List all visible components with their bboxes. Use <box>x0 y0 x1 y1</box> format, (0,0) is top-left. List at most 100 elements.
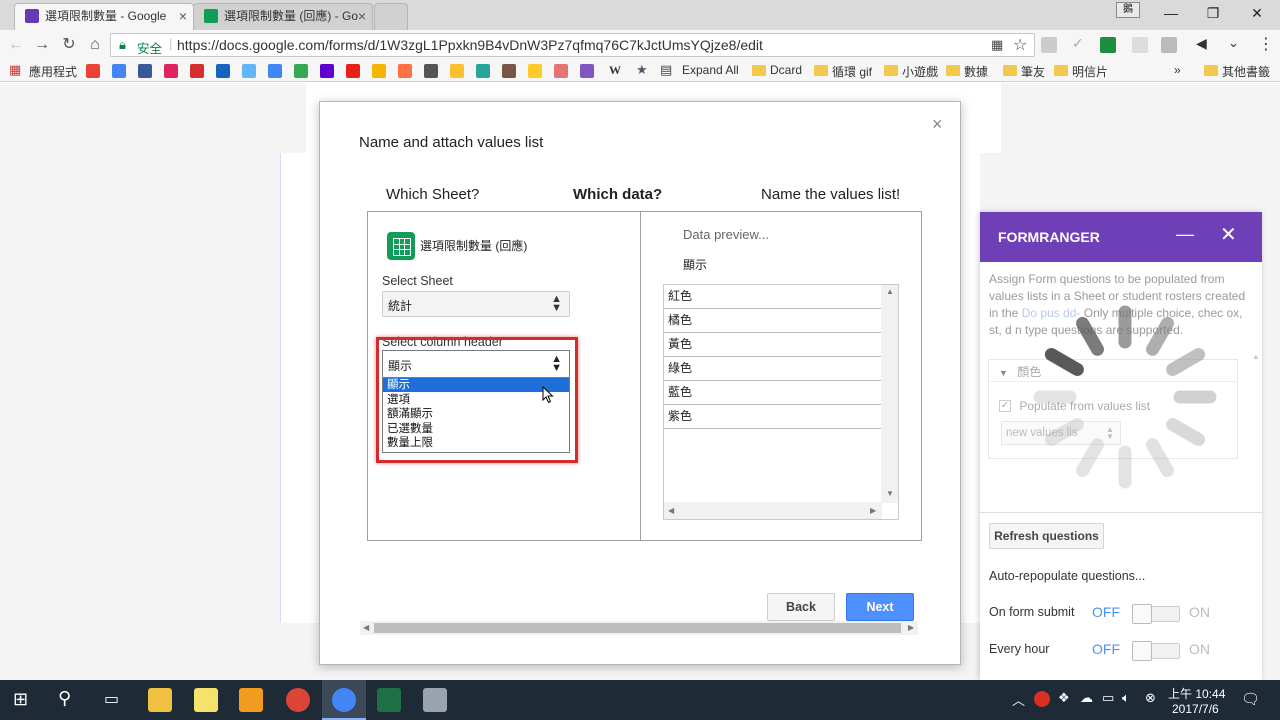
bookmark-apps[interactable]: 應用程式 <box>29 63 77 80</box>
check-icon[interactable]: ✓ <box>1072 35 1084 52</box>
url-text[interactable]: https://docs.google.com/forms/d/1W3zgL1P… <box>177 37 763 53</box>
bookmark-icon[interactable] <box>424 64 438 78</box>
refresh-questions-button[interactable]: Refresh questions <box>989 523 1104 549</box>
dialog-horizontal-scrollbar[interactable]: ◀ ▶ <box>360 621 918 635</box>
excel-icon[interactable] <box>377 688 401 712</box>
chevron-down-icon[interactable]: ⌄ <box>1228 35 1239 51</box>
select-column-dropdown[interactable]: 顯示 ▲ ▼ <box>382 350 570 378</box>
select-sheet-dropdown[interactable]: 統計 ▲ ▼ <box>382 291 570 317</box>
bookmark-icon[interactable] <box>476 64 490 78</box>
bookmark-other[interactable]: 其他書籤 <box>1222 63 1270 80</box>
qr-code-icon[interactable]: ▦ <box>991 37 1003 53</box>
youtube-icon[interactable] <box>346 64 360 78</box>
horizontal-scrollbar[interactable]: ◀ ▶ <box>664 502 882 519</box>
toggle-knob[interactable] <box>1132 641 1152 661</box>
star-icon[interactable]: ☆ <box>1013 35 1027 55</box>
windows-start-icon[interactable]: ⊞ <box>13 689 28 710</box>
scroll-left-icon[interactable]: ◀ <box>363 623 369 632</box>
address-bar[interactable]: 🔒︎ 安全 | https://docs.google.com/forms/d/… <box>110 33 1035 57</box>
vertical-scrollbar[interactable]: ▲ ▼ <box>881 285 898 503</box>
bookmark-icon[interactable] <box>580 64 594 78</box>
scroll-right-icon[interactable]: ▶ <box>908 623 914 632</box>
sticky-notes-icon[interactable] <box>194 688 218 712</box>
back-button[interactable]: Back <box>767 593 835 621</box>
chrome-icon[interactable] <box>332 688 356 712</box>
tray-app-icon[interactable]: ❖ <box>1058 690 1070 706</box>
bookmark-expand-all[interactable]: Expand All <box>682 63 739 77</box>
task-view-icon[interactable]: ▭ <box>104 689 119 709</box>
minimize-icon[interactable]: — <box>1176 224 1194 245</box>
maps-icon[interactable] <box>294 64 308 78</box>
apps-icon[interactable]: ▦ <box>9 62 21 78</box>
scroll-left-icon[interactable]: ◀ <box>668 506 674 515</box>
network-icon[interactable]: ▭ <box>1102 690 1114 706</box>
toggle-knob[interactable] <box>1132 604 1152 624</box>
bookmark-friends[interactable]: 筆友 <box>1021 63 1045 80</box>
minimize-icon[interactable]: — <box>1148 0 1194 28</box>
star-icon[interactable]: ★ <box>636 62 648 78</box>
bookmarks-more[interactable]: » <box>1174 63 1181 77</box>
bookmark-icon[interactable] <box>554 64 568 78</box>
bookmark-icon[interactable] <box>398 64 412 78</box>
close-icon[interactable]: × <box>932 114 943 135</box>
volume-icon[interactable]: 🔈︎ <box>1122 690 1130 706</box>
scroll-up-icon[interactable]: ▲ <box>886 287 894 296</box>
close-circle-icon[interactable]: ⊗ <box>1145 690 1156 706</box>
bookmark-icon[interactable] <box>164 64 178 78</box>
column-option[interactable]: 已選數量 <box>383 422 569 436</box>
bookmark-icon[interactable] <box>528 64 542 78</box>
extension-icon[interactable] <box>1100 37 1116 53</box>
translate-icon[interactable] <box>268 64 282 78</box>
app-icon[interactable] <box>423 688 447 712</box>
restore-icon[interactable]: ❐ <box>1190 0 1236 28</box>
wikipedia-icon[interactable]: W <box>609 63 621 78</box>
next-button[interactable]: Next <box>846 593 914 621</box>
column-option[interactable]: 額滿顯示 <box>383 407 569 421</box>
extension-icon[interactable] <box>1041 37 1057 53</box>
media-player-icon[interactable] <box>239 688 263 712</box>
forward-arrow-icon[interactable]: → <box>30 34 54 56</box>
scroll-down-icon[interactable]: ▼ <box>886 489 894 498</box>
close-icon[interactable]: × <box>358 4 366 28</box>
gmail-notifier-icon[interactable] <box>1034 691 1050 707</box>
bookmark-gif[interactable]: 循環 gif <box>832 63 872 80</box>
file-explorer-icon[interactable] <box>148 688 172 712</box>
reload-icon[interactable]: ↻ <box>57 34 81 56</box>
scroll-right-icon[interactable]: ▶ <box>870 506 876 515</box>
bookmark-icon[interactable] <box>216 64 230 78</box>
bookmark-game[interactable]: 小遊戲 <box>902 63 938 80</box>
bookmark-dcard[interactable]: Dcard <box>770 63 802 77</box>
extension-icon[interactable] <box>1161 37 1177 53</box>
home-icon[interactable]: ⌂ <box>83 34 107 56</box>
bookmark-icon[interactable] <box>190 64 204 78</box>
extension-icon[interactable] <box>1132 37 1148 53</box>
back-arrow-icon[interactable]: ← <box>4 34 28 56</box>
scroll-up-icon[interactable]: ▲ <box>1252 352 1260 361</box>
yahoo-icon[interactable] <box>320 64 334 78</box>
chrome-icon[interactable] <box>286 688 310 712</box>
bookmark-icon[interactable] <box>502 64 516 78</box>
search-icon[interactable]: ⚲ <box>58 688 71 709</box>
clock-time[interactable]: 上午 10:44 <box>1168 685 1225 702</box>
gmail-icon[interactable] <box>86 64 100 78</box>
tab-form[interactable]: 選項限制數量 - Google × <box>14 3 194 30</box>
bookmark-icon[interactable] <box>450 64 464 78</box>
onedrive-icon[interactable]: ☁ <box>1080 690 1093 706</box>
bookmark-data[interactable]: 數據 <box>964 63 988 80</box>
profile-button[interactable]: 鵝 <box>1116 2 1140 18</box>
chevron-up-icon[interactable]: ︿ <box>1012 690 1025 709</box>
window-close-icon[interactable]: ✕ <box>1234 0 1280 28</box>
every-hour-toggle[interactable] <box>1132 641 1180 661</box>
close-icon[interactable]: ✕ <box>1220 222 1237 247</box>
tab-responses[interactable]: 選項限制數量 (回應) - Go × <box>193 3 373 30</box>
clock-date[interactable]: 2017/7/6 <box>1172 702 1219 716</box>
bookmark-icon[interactable] <box>372 64 386 78</box>
bookmark-postcard[interactable]: 明信片 <box>1072 63 1108 80</box>
close-icon[interactable]: × <box>179 4 187 28</box>
speaker-icon[interactable]: ◀ <box>1196 35 1207 52</box>
on-submit-toggle[interactable] <box>1132 604 1180 624</box>
scroll-thumb[interactable] <box>374 623 901 633</box>
mail-icon[interactable] <box>242 64 256 78</box>
new-tab-button[interactable] <box>374 3 408 30</box>
google-icon[interactable] <box>112 64 126 78</box>
